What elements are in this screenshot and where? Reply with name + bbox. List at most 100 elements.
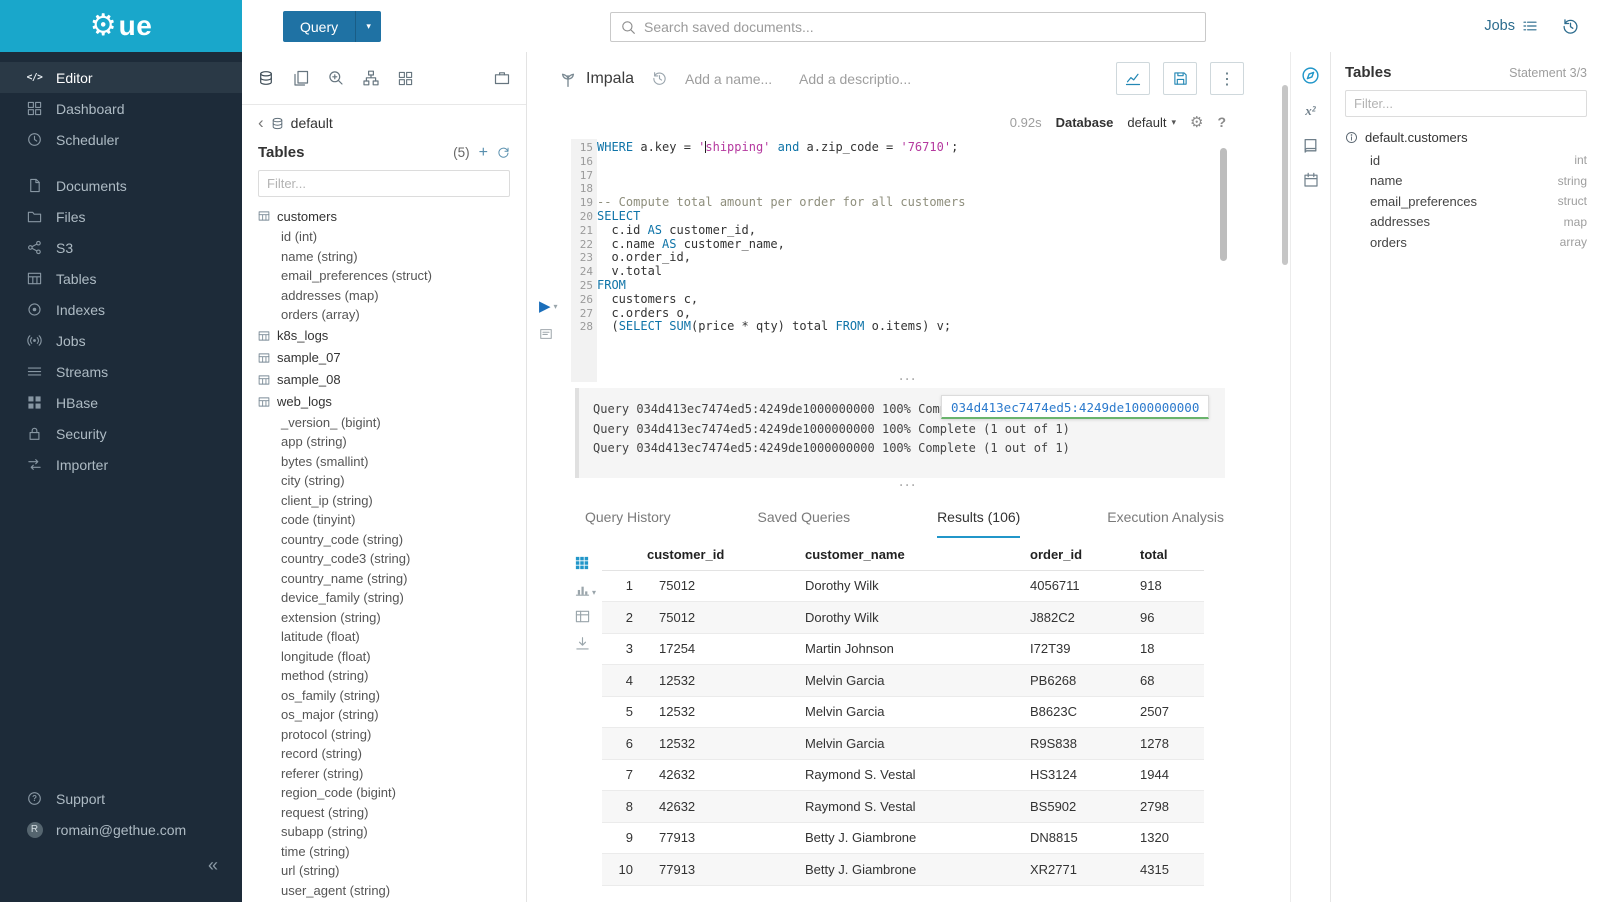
language-reference-icon[interactable] xyxy=(1302,137,1319,154)
sidebar-item-documents[interactable]: Documents xyxy=(0,170,242,201)
assist-column[interactable]: os_major (string) xyxy=(258,705,510,725)
sidebar-item-indexes[interactable]: Indexes xyxy=(0,294,242,325)
code-line[interactable]: c.id AS customer_id, xyxy=(597,224,1260,238)
assist-column[interactable]: client_ip (string) xyxy=(258,491,510,511)
assist-column[interactable]: url (string) xyxy=(258,861,510,881)
assist-column[interactable]: code (tinyint) xyxy=(258,510,510,530)
editor-scrollbar[interactable] xyxy=(1220,148,1227,261)
query-description-input[interactable] xyxy=(799,71,911,87)
result-row[interactable]: 317254Martin JohnsonI72T3918 xyxy=(602,633,1204,665)
assist-column[interactable]: device_family (string) xyxy=(258,588,510,608)
search-input[interactable] xyxy=(644,19,1195,35)
table-filter-input[interactable] xyxy=(258,170,510,197)
assist-column[interactable]: record (string) xyxy=(258,744,510,764)
sidebar-item-files[interactable]: Files xyxy=(0,201,242,232)
assistant-icon[interactable] xyxy=(1301,66,1320,85)
briefcase-icon[interactable] xyxy=(494,70,510,86)
code-line[interactable]: FROM xyxy=(597,279,1260,293)
sidebar-item-security[interactable]: Security xyxy=(0,418,242,449)
assist-column[interactable]: time (string) xyxy=(258,842,510,862)
assist-column[interactable]: country_name (string) xyxy=(258,569,510,589)
assist-column[interactable]: region_code (bigint) xyxy=(258,783,510,803)
assist-table-customers[interactable]: customers xyxy=(258,205,510,227)
assist-table-k8s-logs[interactable]: k8s_logs xyxy=(258,325,510,347)
result-row[interactable]: 977913Betty J. GiambroneDN88151320 xyxy=(602,822,1204,854)
resize-handle[interactable] xyxy=(527,480,1290,490)
hue-logo[interactable]: ⚙ ue xyxy=(0,0,242,52)
code-line[interactable]: c.orders o, xyxy=(597,307,1260,321)
refresh-icon[interactable] xyxy=(497,146,510,159)
code-line[interactable] xyxy=(597,182,1260,196)
assist-column-row[interactable]: ordersarray xyxy=(1345,232,1587,253)
assist-column[interactable]: request (string) xyxy=(258,803,510,823)
query-name-input[interactable] xyxy=(685,71,781,87)
assist-column[interactable]: country_code3 (string) xyxy=(258,549,510,569)
assist-column[interactable]: longitude (float) xyxy=(258,647,510,667)
sidebar-item-scheduler[interactable]: Scheduler xyxy=(0,124,242,155)
code-line[interactable] xyxy=(597,155,1260,169)
result-row[interactable]: 612532Melvin GarciaR9S8381278 xyxy=(602,728,1204,760)
query-dropdown-caret[interactable]: ▾ xyxy=(355,11,381,42)
database-breadcrumb[interactable]: ‹ default xyxy=(258,115,510,131)
assist-column[interactable]: orders (array) xyxy=(258,305,510,325)
assist-column[interactable]: email_preferences (struct) xyxy=(258,266,510,286)
functions-icon[interactable]: x² xyxy=(1305,103,1315,119)
assist-column[interactable]: bytes (smallint) xyxy=(258,452,510,472)
apps-grid-icon[interactable] xyxy=(398,71,413,86)
assist-column[interactable]: id (int) xyxy=(258,227,510,247)
sidebar-item-dashboard[interactable]: Dashboard xyxy=(0,93,242,124)
code-lines[interactable]: WHERE a.key = 'shipping' and a.zip_code … xyxy=(597,141,1260,334)
execute-button[interactable]: ▶ ▾ xyxy=(539,297,558,315)
assist-column[interactable]: referer (string) xyxy=(258,764,510,784)
result-row[interactable]: 1077913Betty J. GiambroneXR27714315 xyxy=(602,854,1204,886)
info-icon[interactable] xyxy=(1345,131,1358,144)
assist-column[interactable]: addresses (map) xyxy=(258,286,510,306)
assist-column-row[interactable]: idint xyxy=(1345,150,1587,171)
documents-icon[interactable] xyxy=(293,70,309,86)
new-query-button[interactable]: Query ▾ xyxy=(283,11,381,42)
schedule-icon[interactable] xyxy=(1303,172,1319,188)
assist-column[interactable]: latitude (float) xyxy=(258,627,510,647)
chart-view-button[interactable]: ▾ xyxy=(575,582,596,597)
more-options-button[interactable]: ⋮ xyxy=(1210,62,1244,95)
database-name[interactable]: default xyxy=(291,115,333,131)
sidebar-item-support[interactable]: ?Support xyxy=(0,783,242,814)
tab-execution-analysis[interactable]: Execution Analysis xyxy=(1107,498,1224,538)
sidebar-item-editor[interactable]: </>Editor xyxy=(0,62,242,93)
query-history-icon[interactable] xyxy=(1562,18,1579,35)
right-assist-filter-input[interactable] xyxy=(1345,90,1587,117)
result-row[interactable]: 842632Raymond S. VestalBS59022798 xyxy=(602,791,1204,823)
assist-column-row[interactable]: addressesmap xyxy=(1345,212,1587,233)
code-line[interactable]: SELECT xyxy=(597,210,1260,224)
grid-view-button[interactable] xyxy=(575,556,596,570)
assist-table-web-logs[interactable]: web_logs xyxy=(258,391,510,413)
settings-gear-icon[interactable]: ⚙ xyxy=(1190,113,1203,131)
code-editor[interactable]: ▶ ▾ 1516171819202122232425262728 WHERE a… xyxy=(527,139,1290,382)
sidebar-item-s3[interactable]: S3 xyxy=(0,232,242,263)
assist-column[interactable]: extension (string) xyxy=(258,608,510,628)
sidebar-item-tables[interactable]: Tables xyxy=(0,263,242,294)
assist-column[interactable]: _version_ (bigint) xyxy=(258,413,510,433)
sidebar-item-jobs[interactable]: Jobs xyxy=(0,325,242,356)
code-line[interactable]: c.name AS customer_name, xyxy=(597,238,1260,252)
code-line[interactable]: -- Compute total amount per order for al… xyxy=(597,196,1260,210)
statement-options-icon[interactable] xyxy=(539,327,553,341)
code-line[interactable] xyxy=(597,169,1260,183)
database-selector[interactable]: default ▾ xyxy=(1127,115,1176,130)
tab-saved-queries[interactable]: Saved Queries xyxy=(758,498,851,538)
assist-table-sample-08[interactable]: sample_08 xyxy=(258,369,510,391)
active-table-row[interactable]: default.customers xyxy=(1345,130,1587,145)
code-line[interactable]: o.order_id, xyxy=(597,251,1260,265)
assist-column-row[interactable]: namestring xyxy=(1345,171,1587,192)
tab-query-history[interactable]: Query History xyxy=(585,498,671,538)
assist-column-row[interactable]: email_preferencesstruct xyxy=(1345,191,1587,212)
assist-column[interactable]: app (string) xyxy=(258,432,510,452)
help-icon[interactable]: ? xyxy=(1217,114,1226,130)
sidebar-item-importer[interactable]: Importer xyxy=(0,449,242,480)
result-row[interactable]: 742632Raymond S. VestalHS31241944 xyxy=(602,759,1204,791)
assist-table-sample-07[interactable]: sample_07 xyxy=(258,347,510,369)
result-row[interactable]: 175012Dorothy Wilk4056711918 xyxy=(602,570,1204,602)
main-scrollbar[interactable] xyxy=(1282,85,1288,265)
assist-column[interactable]: method (string) xyxy=(258,666,510,686)
sidebar-item-romain-gethue-com[interactable]: Rromain@gethue.com xyxy=(0,814,242,845)
